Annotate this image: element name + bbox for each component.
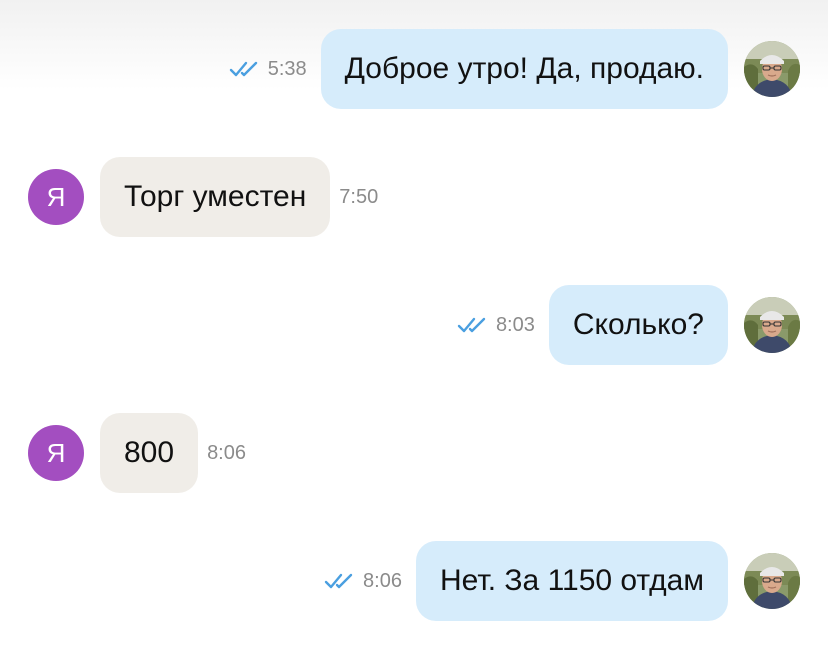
message-bubble-incoming[interactable]: 800 (100, 413, 199, 493)
avatar-letter: Я (46, 181, 66, 212)
user-photo-icon (744, 41, 800, 97)
message-meta: 8:06 (207, 442, 246, 465)
double-check-icon (457, 316, 491, 334)
message-bubble-outgoing[interactable]: Сколько? (548, 285, 728, 365)
message-text: Доброе утро! Да, продаю. (344, 52, 704, 85)
message-time: 8:06 (363, 569, 402, 592)
message-bubble-outgoing[interactable]: Нет. За 1150 отдам (415, 541, 728, 621)
message-meta: 7:50 (339, 186, 378, 209)
avatar-letter: Я (46, 437, 66, 468)
user-avatar-photo[interactable] (744, 297, 800, 353)
message-time: 8:03 (495, 313, 535, 336)
message-time: 7:50 (339, 185, 379, 208)
message-time: 8:06 (207, 441, 246, 464)
user-photo-icon (744, 553, 800, 609)
chat-history[interactable]: 5:38 Доброе утро! Да, продаю. Я Торг уме… (0, 0, 828, 645)
user-photo-icon (744, 297, 800, 353)
message-row-outgoing: 8:03 Сколько? (0, 285, 828, 365)
user-avatar-photo[interactable] (744, 553, 800, 609)
double-check-icon (324, 572, 358, 590)
double-check-icon (229, 60, 263, 78)
message-text: Торг уместен (124, 180, 307, 213)
contact-avatar[interactable]: Я (28, 169, 84, 225)
message-text: 800 (124, 436, 175, 469)
message-meta: 8:06 (324, 570, 402, 593)
message-row-outgoing: 8:06 Нет. За 1150 отдам (0, 541, 828, 621)
message-time: 5:38 (267, 57, 307, 80)
user-avatar-photo[interactable] (744, 41, 800, 97)
message-row-incoming: Я 800 8:06 (0, 413, 828, 493)
message-bubble-incoming[interactable]: Торг уместен (100, 157, 331, 237)
message-meta: 8:03 (457, 314, 535, 337)
message-row-outgoing: 5:38 Доброе утро! Да, продаю. (0, 29, 828, 109)
message-bubble-outgoing[interactable]: Доброе утро! Да, продаю. (320, 29, 728, 109)
message-text: Нет. За 1150 отдам (439, 564, 704, 597)
message-meta: 5:38 (229, 58, 307, 81)
message-row-incoming: Я Торг уместен 7:50 (0, 157, 828, 237)
message-text: Сколько? (572, 308, 704, 341)
contact-avatar[interactable]: Я (28, 425, 84, 481)
